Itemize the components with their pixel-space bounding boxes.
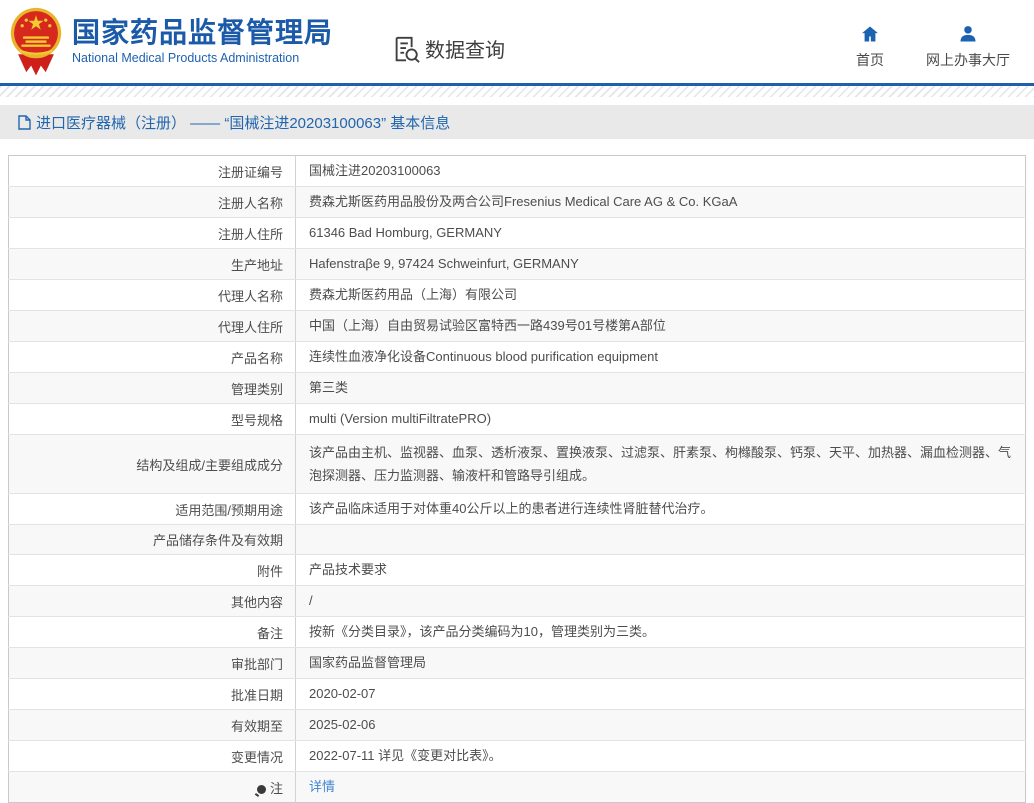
- table-row: 产品储存条件及有效期: [9, 525, 1026, 555]
- row-value: 连续性血液净化设备Continuous blood purification e…: [296, 342, 1026, 373]
- nmpa-logo: 国家药品监督管理局 National Medical Products Admi…: [10, 7, 333, 77]
- nav-item-service-hall[interactable]: 网上办事大厅: [926, 24, 1010, 70]
- registration-info: 注册证编号国械注进20203100063注册人名称费森尤斯医药用品股份及两合公司…: [8, 155, 1026, 803]
- row-value: multi (Version multiFiltratePRO): [296, 404, 1026, 435]
- table-row: 产品名称连续性血液净化设备Continuous blood purificati…: [9, 342, 1026, 373]
- row-value: 中国（上海）自由贸易试验区富特西一路439号01号楼第A部位: [296, 311, 1026, 342]
- row-label: 注: [9, 772, 296, 803]
- document-icon: [18, 115, 31, 130]
- row-label: 结构及组成/主要组成成分: [9, 435, 296, 494]
- nav-label-home: 首页: [856, 50, 884, 70]
- table-row: 结构及组成/主要组成成分该产品由主机、监视器、血泵、透析液泵、置换液泵、过滤泵、…: [9, 435, 1026, 494]
- header-nav: 首页 网上办事大厅: [856, 24, 1010, 70]
- row-value: 2022-07-11 详见《变更对比表》。: [296, 741, 1026, 772]
- row-label: 备注: [9, 617, 296, 648]
- row-label: 管理类别: [9, 373, 296, 404]
- table-row: 生产地址Hafenstraβe 9, 97424 Schweinfurt, GE…: [9, 249, 1026, 280]
- table-row: 附件产品技术要求: [9, 555, 1026, 586]
- nav-label-service-hall: 网上办事大厅: [926, 50, 1010, 70]
- table-row: 注详情: [9, 772, 1026, 803]
- row-label: 其他内容: [9, 586, 296, 617]
- table-row: 有效期至2025-02-06: [9, 710, 1026, 741]
- row-label: 产品储存条件及有效期: [9, 525, 296, 555]
- row-label: 适用范围/预期用途: [9, 494, 296, 525]
- row-value: 详情: [296, 772, 1026, 803]
- page-header: 国家药品监督管理局 National Medical Products Admi…: [0, 0, 1034, 83]
- hatched-strip: [0, 86, 1034, 97]
- row-value: 费森尤斯医药用品股份及两合公司Fresenius Medical Care AG…: [296, 187, 1026, 218]
- table-row: 注册证编号国械注进20203100063: [9, 156, 1026, 187]
- registration-info-table: 注册证编号国械注进20203100063注册人名称费森尤斯医药用品股份及两合公司…: [8, 155, 1026, 803]
- china-national-emblem-icon: [10, 7, 62, 77]
- table-row: 备注按新《分类目录》，该产品分类编码为10，管理类别为三类。: [9, 617, 1026, 648]
- row-value: 61346 Bad Homburg, GERMANY: [296, 218, 1026, 249]
- table-row: 变更情况2022-07-11 详见《变更对比表》。: [9, 741, 1026, 772]
- table-row: 注册人住所61346 Bad Homburg, GERMANY: [9, 218, 1026, 249]
- note-icon: [257, 785, 266, 794]
- row-value: 该产品由主机、监视器、血泵、透析液泵、置换液泵、过滤泵、肝素泵、枸橼酸泵、钙泵、…: [296, 435, 1026, 494]
- table-row: 管理类别第三类: [9, 373, 1026, 404]
- breadcrumb: 进口医疗器械（注册） —— “国械注进20203100063” 基本信息: [0, 105, 1034, 139]
- data-query-label: 数据查询: [425, 34, 505, 63]
- table-row: 代理人名称费森尤斯医药用品（上海）有限公司: [9, 280, 1026, 311]
- logo-text: 国家药品监督管理局 National Medical Products Admi…: [72, 18, 333, 65]
- row-value: 该产品临床适用于对体重40公斤以上的患者进行连续性肾脏替代治疗。: [296, 494, 1026, 525]
- table-row: 批准日期2020-02-07: [9, 679, 1026, 710]
- spacer: [0, 97, 1034, 105]
- row-value: 产品技术要求: [296, 555, 1026, 586]
- row-value: [296, 525, 1026, 555]
- site-title: 国家药品监督管理局: [72, 18, 333, 48]
- row-value: Hafenstraβe 9, 97424 Schweinfurt, GERMAN…: [296, 249, 1026, 280]
- row-label: 代理人名称: [9, 280, 296, 311]
- table-row: 代理人住所中国（上海）自由贸易试验区富特西一路439号01号楼第A部位: [9, 311, 1026, 342]
- row-label: 产品名称: [9, 342, 296, 373]
- row-label: 注册证编号: [9, 156, 296, 187]
- row-label: 注册人名称: [9, 187, 296, 218]
- table-row: 适用范围/预期用途该产品临床适用于对体重40公斤以上的患者进行连续性肾脏替代治疗…: [9, 494, 1026, 525]
- row-value: 2020-02-07: [296, 679, 1026, 710]
- table-row: 审批部门国家药品监督管理局: [9, 648, 1026, 679]
- row-value: 费森尤斯医药用品（上海）有限公司: [296, 280, 1026, 311]
- home-icon: [860, 24, 880, 44]
- row-label: 生产地址: [9, 249, 296, 280]
- row-label: 型号规格: [9, 404, 296, 435]
- spacer: [0, 139, 1034, 147]
- row-value: /: [296, 586, 1026, 617]
- site-subtitle: National Medical Products Administration: [72, 51, 333, 65]
- table-row: 其他内容/: [9, 586, 1026, 617]
- user-icon: [958, 24, 978, 44]
- row-label: 附件: [9, 555, 296, 586]
- row-label: 审批部门: [9, 648, 296, 679]
- data-query-section: 数据查询: [391, 34, 505, 64]
- breadcrumb-text: 进口医疗器械（注册） —— “国械注进20203100063” 基本信息: [36, 112, 450, 133]
- row-label: 变更情况: [9, 741, 296, 772]
- row-label: 有效期至: [9, 710, 296, 741]
- row-value: 第三类: [296, 373, 1026, 404]
- table-row: 注册人名称费森尤斯医药用品股份及两合公司Fresenius Medical Ca…: [9, 187, 1026, 218]
- info-table-body: 注册证编号国械注进20203100063注册人名称费森尤斯医药用品股份及两合公司…: [9, 156, 1026, 803]
- nav-item-home[interactable]: 首页: [856, 24, 884, 70]
- row-label: 代理人住所: [9, 311, 296, 342]
- data-query-icon: [391, 34, 421, 64]
- row-label: 注册人住所: [9, 218, 296, 249]
- table-row: 型号规格multi (Version multiFiltratePRO): [9, 404, 1026, 435]
- row-value: 国械注进20203100063: [296, 156, 1026, 187]
- row-value: 2025-02-06: [296, 710, 1026, 741]
- row-label: 批准日期: [9, 679, 296, 710]
- detail-link[interactable]: 详情: [309, 779, 335, 794]
- row-value: 按新《分类目录》，该产品分类编码为10，管理类别为三类。: [296, 617, 1026, 648]
- row-value: 国家药品监督管理局: [296, 648, 1026, 679]
